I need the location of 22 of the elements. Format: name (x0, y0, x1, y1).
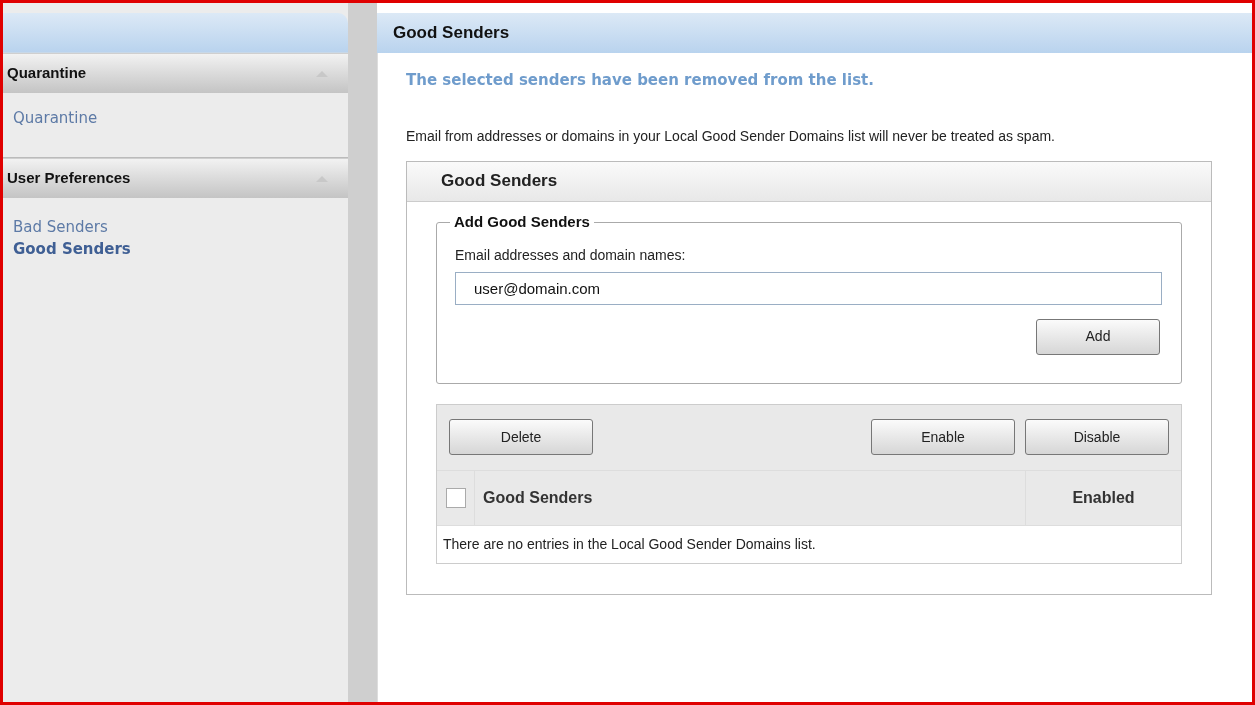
field-label: Email addresses and domain names: (455, 245, 687, 265)
sidebar-link[interactable]: Bad Senders (13, 216, 338, 238)
collapse-caret-icon[interactable] (315, 175, 328, 182)
section-header[interactable]: User Preferences (3, 158, 348, 198)
column-header: Enabled (1072, 487, 1135, 508)
sidebar-link[interactable]: Good Senders (13, 238, 338, 260)
status-message: The selected senders have been removed from the list. (406, 70, 875, 91)
add-button[interactable]: Add (1036, 318, 1160, 355)
sidebar-link[interactable]: Quarantine (13, 107, 338, 129)
empty-message: There are no entries in the Local Good Sender Domains list. (437, 524, 1181, 563)
action-button[interactable]: Enable (871, 419, 1015, 455)
action-button[interactable]: Delete (449, 419, 593, 455)
action-button[interactable]: Disable (1025, 419, 1169, 455)
section-header[interactable]: Quarantine (3, 53, 348, 93)
splitter-bar[interactable] (347, 3, 377, 702)
description-text: Email from addresses or domains in your Local Good Sender Domains list will never be treated as spam. (406, 126, 1056, 146)
page-header: Good Senders (377, 13, 1252, 53)
collapse-caret-icon[interactable] (315, 70, 328, 77)
column-header: Good Senders (482, 487, 594, 508)
panel-title: Good Senders (407, 161, 1211, 202)
checkbox[interactable] (445, 487, 466, 508)
input-field[interactable]: user@domain.com (455, 271, 1162, 305)
